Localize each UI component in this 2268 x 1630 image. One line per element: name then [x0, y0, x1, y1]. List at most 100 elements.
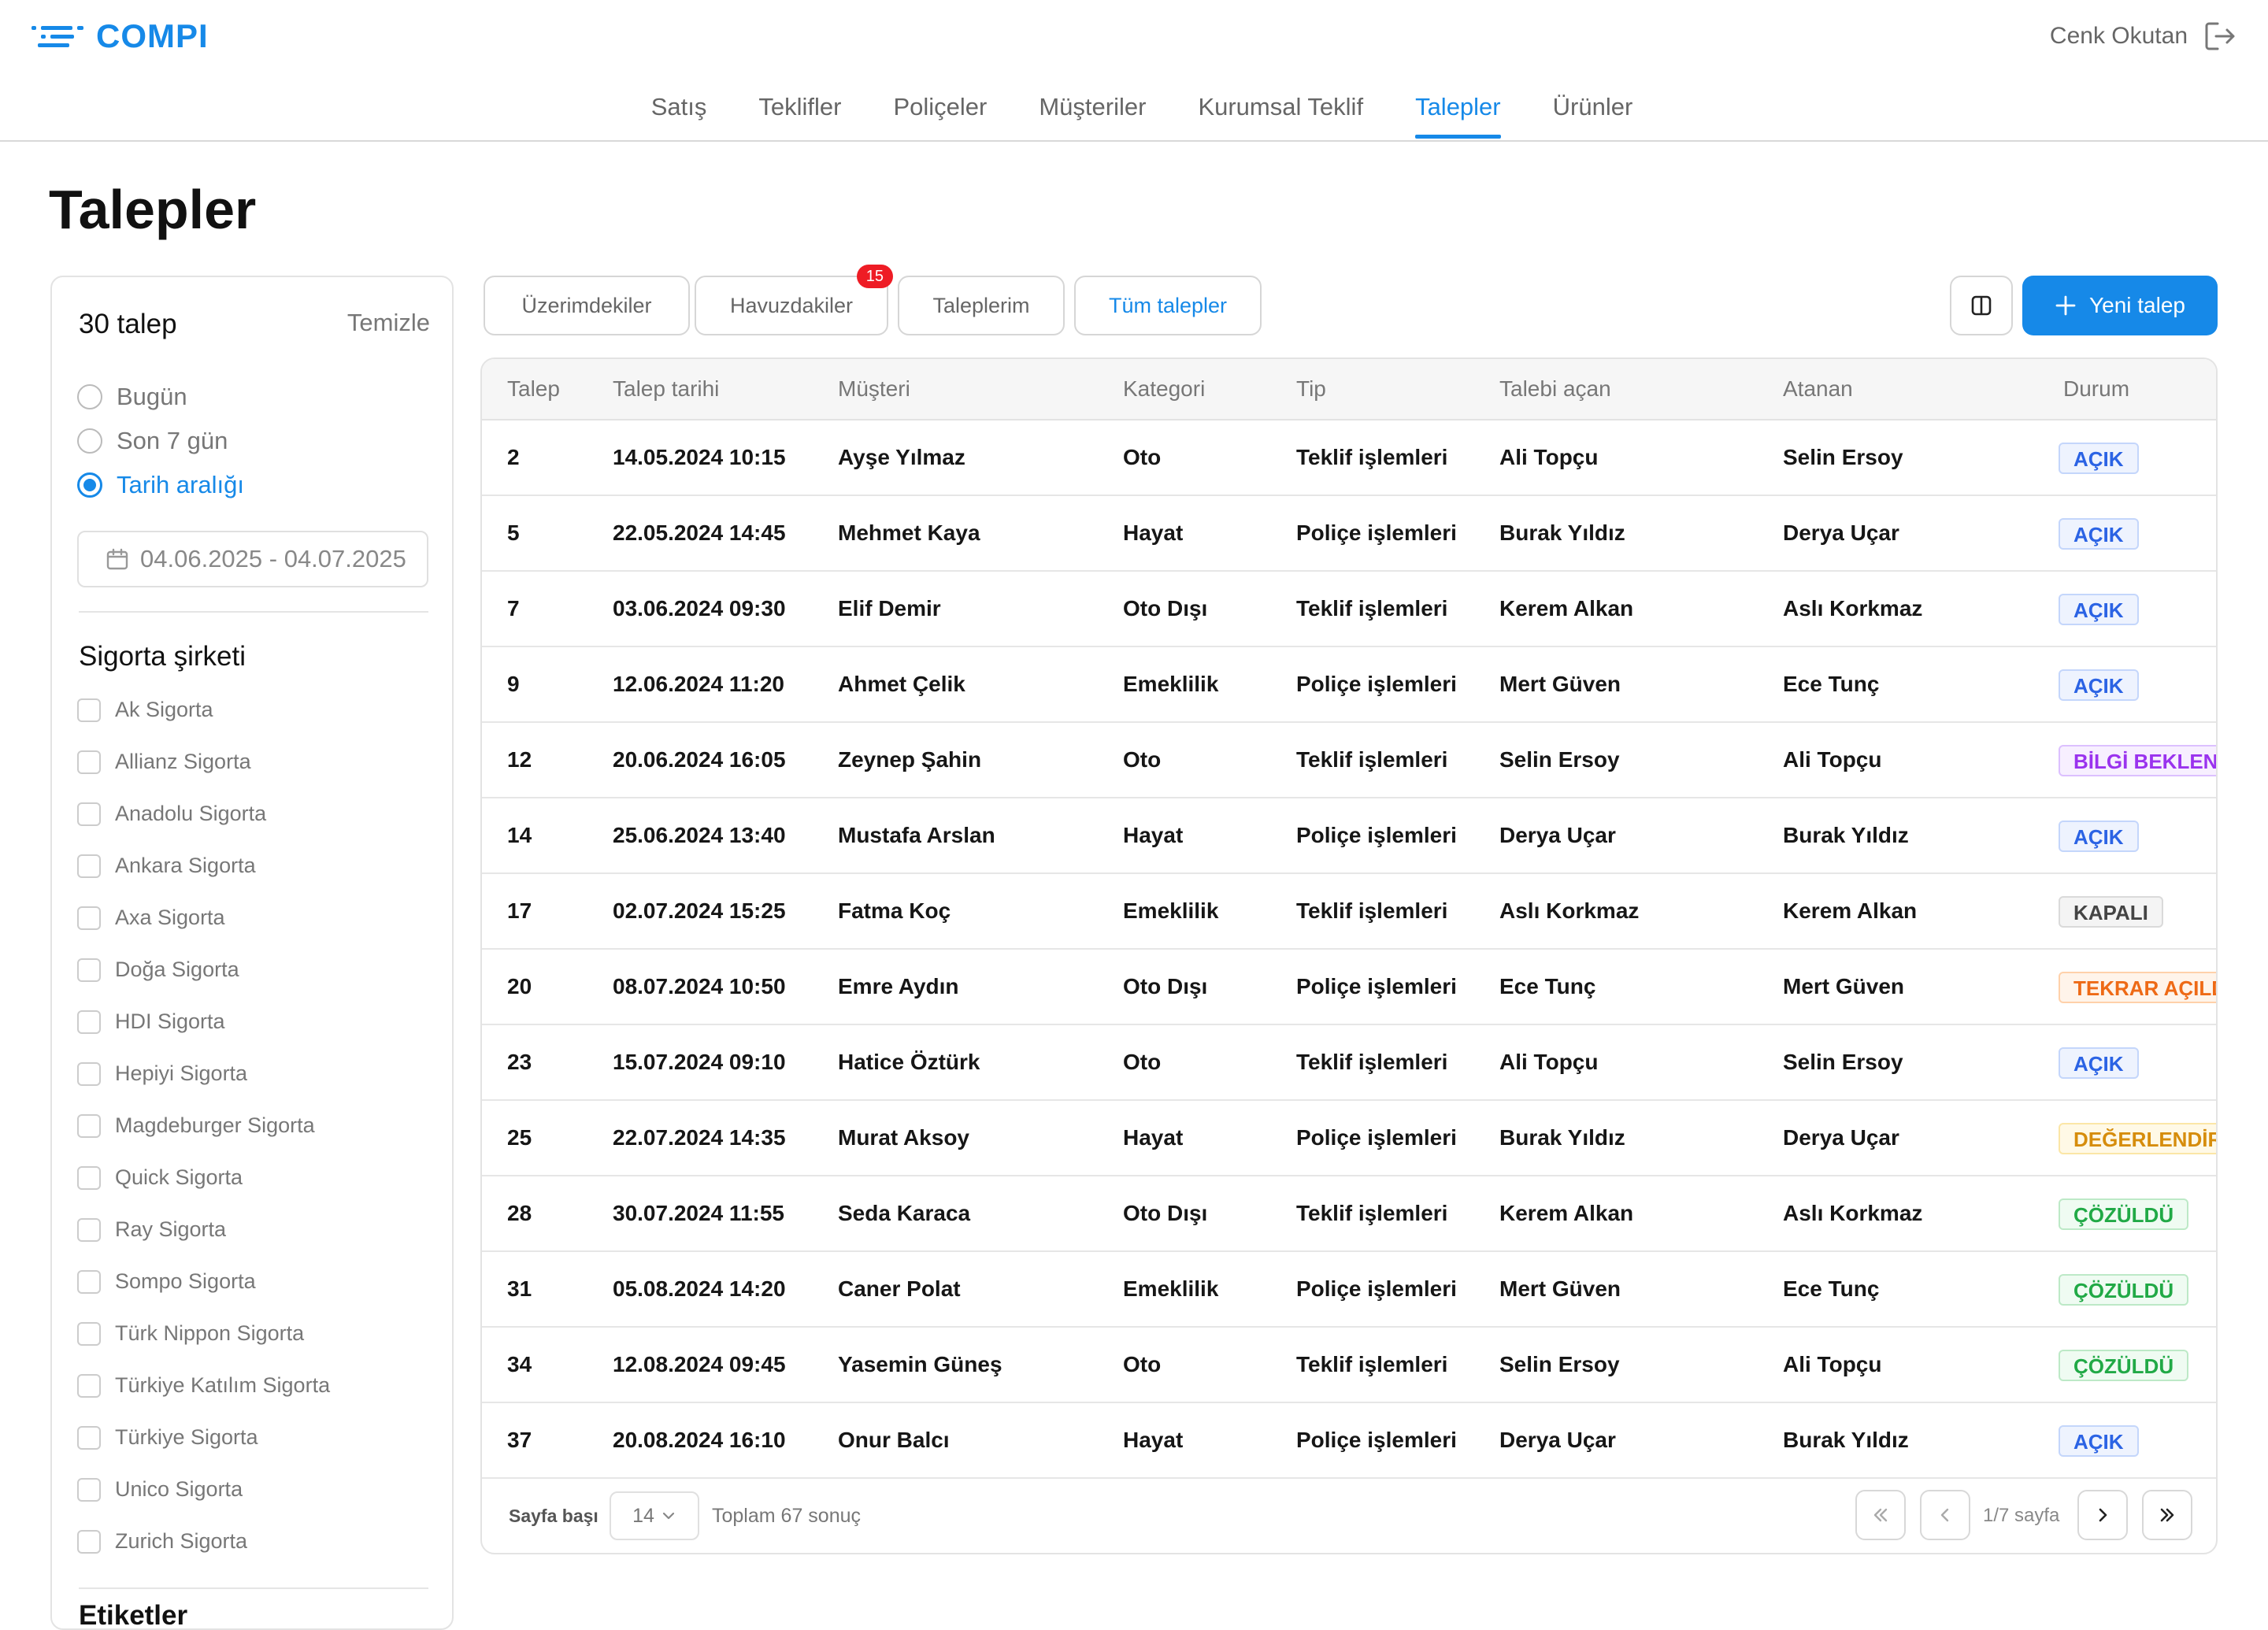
table-row[interactable]: 9 12.06.2024 11:20 Ahmet Çelik Emeklilik Pol…	[482, 647, 2216, 723]
checkbox[interactable]	[77, 698, 101, 722]
insurer-filter-option[interactable]: Unico Sigorta	[77, 1477, 243, 1502]
status-badge: AÇIK	[2059, 669, 2139, 701]
column-header[interactable]: Talebi açan	[1499, 359, 1611, 419]
column-header[interactable]: Atanan	[1783, 359, 1853, 419]
radio-button[interactable]	[77, 428, 102, 454]
nav-tab-1[interactable]: Teklifler	[758, 93, 841, 139]
clear-filters-button[interactable]: Temizle	[347, 309, 430, 337]
table-cell: 14.05.2024 10:15	[613, 445, 786, 469]
table-row[interactable]: 7 03.06.2024 09:30 Elif Demir Oto Dışı Tekli…	[482, 572, 2216, 647]
layout-toggle-button[interactable]	[1950, 276, 2013, 335]
insurer-filter-option[interactable]: Allianz Sigorta	[77, 750, 251, 774]
filter-tab-1[interactable]: Havuzdakiler 15	[695, 265, 893, 335]
nav-tab-0[interactable]: Satış	[651, 93, 707, 139]
checkbox[interactable]	[77, 958, 101, 982]
table-cell: Caner Polat	[838, 1276, 961, 1301]
table-cell: Onur Balcı	[838, 1428, 950, 1452]
nav-tab-3[interactable]: Müşteriler	[1039, 93, 1146, 139]
table-row[interactable]: 14 25.06.2024 13:40 Mustafa Arslan Hayat Pol…	[482, 798, 2216, 874]
insurer-filter-option[interactable]: Zurich Sigorta	[77, 1529, 247, 1554]
prev-page-button[interactable]	[1920, 1490, 1970, 1540]
date-filter-option[interactable]: Bugün	[77, 383, 187, 411]
insurer-filter-option[interactable]: Türkiye Sigorta	[77, 1425, 258, 1450]
radio-button[interactable]	[77, 384, 102, 409]
per-page-select[interactable]: 14	[610, 1491, 699, 1540]
table-row[interactable]: 12 20.06.2024 16:05 Zeynep Şahin Oto Teklif …	[482, 723, 2216, 798]
insurer-filter-option[interactable]: HDI Sigorta	[77, 1009, 225, 1034]
checkbox[interactable]	[77, 1529, 101, 1554]
checkbox[interactable]	[77, 1009, 101, 1034]
date-range-input[interactable]: 04.06.2025 - 04.07.2025	[77, 531, 428, 587]
insurer-label: Magdeburger Sigorta	[115, 1113, 315, 1137]
table-cell: Poliçe işlemleri	[1296, 672, 1457, 696]
table-cell: Poliçe işlemleri	[1296, 520, 1457, 545]
column-header[interactable]: Talep	[507, 359, 560, 419]
filter-tab-2[interactable]: Taleplerim	[898, 276, 1065, 335]
table-row[interactable]: 5 22.05.2024 14:45 Mehmet Kaya Hayat Poliçe …	[482, 496, 2216, 572]
calendar-icon	[106, 548, 128, 570]
checkbox[interactable]	[77, 750, 101, 774]
nav-tab-2[interactable]: Poliçeler	[893, 93, 987, 139]
insurer-filter-option[interactable]: Doğa Sigorta	[77, 958, 239, 982]
checkbox[interactable]	[77, 1269, 101, 1294]
checkbox[interactable]	[77, 1165, 101, 1190]
column-header[interactable]: Kategori	[1123, 359, 1205, 419]
checkbox[interactable]	[77, 1061, 101, 1086]
filter-tab-label: Havuzdakiler	[729, 293, 854, 317]
checkbox[interactable]	[77, 802, 101, 826]
table-row[interactable]: 2 14.05.2024 10:15 Ayşe Yılmaz Oto Teklif iş…	[482, 420, 2216, 496]
table-row[interactable]: 34 12.08.2024 09:45 Yasemin Güneş Oto Teklif…	[482, 1328, 2216, 1403]
insurer-filter-option[interactable]: Sompo Sigorta	[77, 1269, 256, 1294]
first-page-button[interactable]	[1855, 1490, 1906, 1540]
checkbox[interactable]	[77, 1477, 101, 1502]
table-row[interactable]: 37 20.08.2024 16:10 Onur Balcı Hayat Poliçe …	[482, 1403, 2216, 1479]
checkbox[interactable]	[77, 906, 101, 930]
date-filter-option[interactable]: Tarih aralığı	[77, 471, 244, 499]
table-row[interactable]: 28 30.07.2024 11:55 Seda Karaca Oto Dışı Tek…	[482, 1176, 2216, 1252]
status-badge: BİLGİ BEKLENİ	[2059, 745, 2216, 776]
column-header[interactable]: Müşteri	[838, 359, 910, 419]
new-request-button[interactable]: Yeni talep	[2022, 276, 2218, 335]
table-cell: Yasemin Güneş	[838, 1352, 1002, 1376]
table-row[interactable]: 25 22.07.2024 14:35 Murat Aksoy Hayat Poliçe…	[482, 1101, 2216, 1176]
checkbox[interactable]	[77, 1217, 101, 1242]
checkbox[interactable]	[77, 1373, 101, 1398]
brand-logo[interactable]: COMPI	[32, 17, 209, 55]
insurer-filter-option[interactable]: Anadolu Sigorta	[77, 802, 266, 826]
column-header[interactable]: Durum	[2063, 359, 2129, 419]
table-row[interactable]: 17 02.07.2024 15:25 Fatma Koç Emeklilik Tekl…	[482, 874, 2216, 950]
table-row[interactable]: 31 05.08.2024 14:20 Caner Polat Emeklilik Po…	[482, 1252, 2216, 1328]
nav-tab-4[interactable]: Kurumsal Teklif	[1198, 93, 1363, 139]
insurer-filter-option[interactable]: Hepiyi Sigorta	[77, 1061, 247, 1086]
logout-icon[interactable]	[2205, 20, 2236, 52]
filter-tab-3[interactable]: Tüm talepler	[1074, 276, 1262, 335]
insurer-filter-option[interactable]: Ak Sigorta	[77, 698, 213, 722]
radio-button[interactable]	[77, 472, 102, 498]
insurer-filter-option[interactable]: Ray Sigorta	[77, 1217, 226, 1242]
next-page-button[interactable]	[2077, 1490, 2128, 1540]
column-header[interactable]: Tip	[1296, 359, 1326, 419]
insurer-filter-option[interactable]: Axa Sigorta	[77, 906, 225, 930]
column-header[interactable]: Talep tarihi	[613, 359, 719, 419]
checkbox[interactable]	[77, 1425, 101, 1450]
table-cell: Burak Yıldız	[1499, 520, 1625, 545]
date-filter-option[interactable]: Son 7 gün	[77, 427, 228, 455]
insurer-label: Unico Sigorta	[115, 1477, 243, 1501]
nav-tab-6[interactable]: Ürünler	[1553, 93, 1633, 139]
table-cell: Elif Demir	[838, 596, 941, 621]
status-badge: AÇIK	[2059, 821, 2139, 852]
table-cell: 7	[507, 596, 520, 621]
checkbox[interactable]	[77, 1321, 101, 1346]
insurer-filter-option[interactable]: Türkiye Katılım Sigorta	[77, 1373, 330, 1398]
insurer-filter-option[interactable]: Ankara Sigorta	[77, 854, 256, 878]
table-row[interactable]: 20 08.07.2024 10:50 Emre Aydın Oto Dışı Poli…	[482, 950, 2216, 1025]
last-page-button[interactable]	[2142, 1490, 2192, 1540]
nav-tab-5[interactable]: Talepler	[1415, 93, 1501, 139]
insurer-filter-option[interactable]: Quick Sigorta	[77, 1165, 243, 1190]
insurer-filter-option[interactable]: Türk Nippon Sigorta	[77, 1321, 304, 1346]
checkbox[interactable]	[77, 854, 101, 878]
insurer-filter-option[interactable]: Magdeburger Sigorta	[77, 1113, 315, 1138]
checkbox[interactable]	[77, 1113, 101, 1138]
table-row[interactable]: 23 15.07.2024 09:10 Hatice Öztürk Oto Teklif…	[482, 1025, 2216, 1101]
filter-tab-0[interactable]: Üzerimdekiler	[484, 276, 690, 335]
